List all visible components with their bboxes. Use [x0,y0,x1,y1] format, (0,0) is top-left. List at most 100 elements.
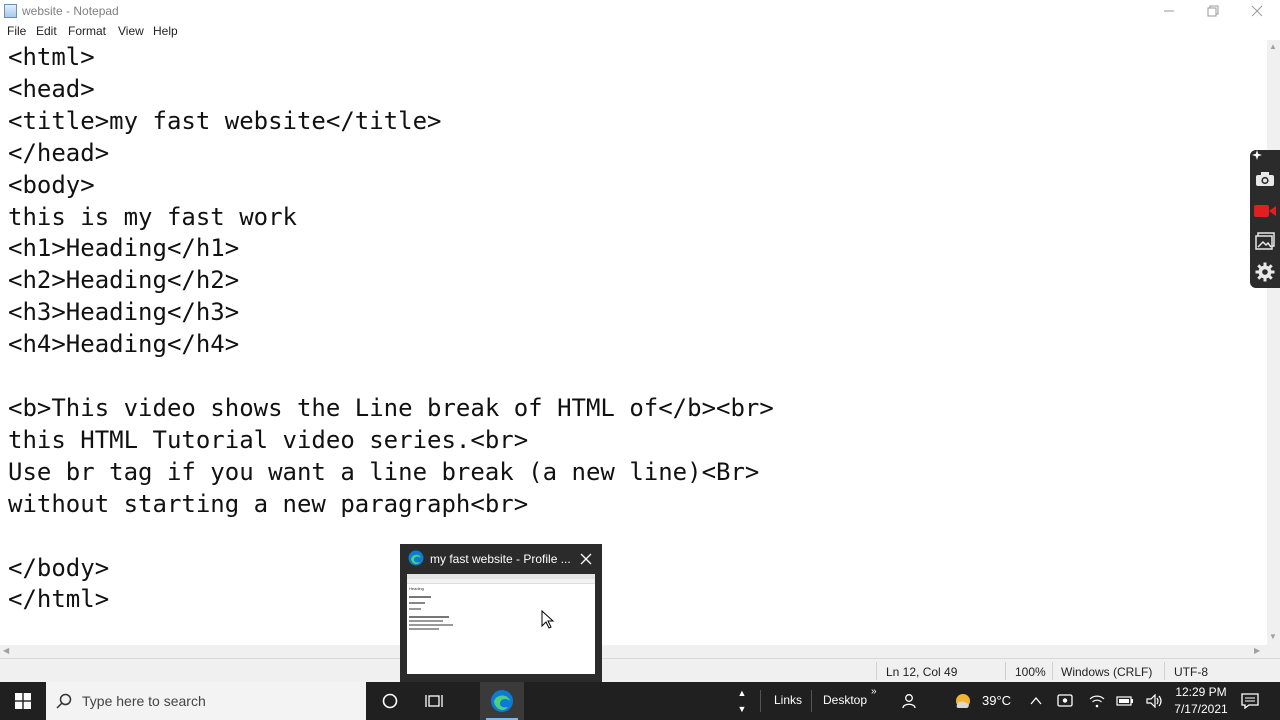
task-view-icon [425,695,443,707]
window-title: website - Notepad [22,4,119,18]
scrollbar-corner [1267,645,1280,658]
menu-edit[interactable]: Edit [36,24,57,38]
pin-icon[interactable] [1250,148,1264,162]
thumb-heading: Heading [409,586,424,591]
taskbar-edge-app[interactable] [480,682,524,720]
settings-icon[interactable] [1254,261,1276,283]
scroll-left-icon[interactable]: ◀ [3,646,9,655]
code-line: <body> [8,170,95,199]
code-line: <h2>Heading</h2> [8,266,240,295]
restore-icon [1207,5,1219,17]
status-divider [1052,662,1053,680]
preview-title: my fast website - Profile ... [430,552,571,566]
search-icon [56,693,72,709]
desktop-toolbar[interactable]: Desktop [823,693,867,707]
scroll-up-icon[interactable]: ▲ [1269,42,1277,51]
gallery-icon[interactable] [1254,230,1276,252]
code-line: <h1>Heading</h1> [8,234,240,263]
volume-icon [1146,694,1162,708]
restore-button[interactable] [1190,0,1236,22]
cortana-button[interactable] [370,682,410,720]
search-placeholder: Type here to search [82,693,206,709]
search-box[interactable]: Type here to search [46,682,366,720]
edge-icon [491,690,513,712]
status-bar: Ln 12, Col 49 100% Windows (CRLF) UTF-8 [0,658,1280,683]
close-icon [1251,5,1263,17]
code-line: this is my fast work [8,202,297,231]
people-button[interactable] [896,682,920,720]
notification-icon [1241,693,1259,709]
minimize-icon [1164,10,1174,12]
menu-bar: File Edit Format View Help [0,22,1280,40]
menu-format[interactable]: Format [68,24,106,38]
editor-text: <html> <head> <title>my fast website</ti… [8,42,774,616]
status-divider [1005,662,1006,680]
toolbar-divider [760,690,761,712]
status-divider [1164,662,1165,680]
text-editor[interactable]: <html> <head> <title>my fast website</ti… [0,40,1267,645]
code-line: </body> [8,553,110,582]
chevron-up-icon[interactable]: ▲ [738,685,747,701]
task-view-button[interactable] [414,682,454,720]
clock-time: 12:29 PM [1175,685,1227,699]
wifi-icon [1089,695,1105,708]
battery-icon [1116,696,1133,706]
weather-temp[interactable]: 39°C [982,693,1011,708]
battery-button[interactable] [1114,682,1136,720]
menu-file[interactable]: File [7,24,26,38]
notifications-button[interactable] [1236,682,1264,720]
tray-app-button[interactable] [1054,682,1076,720]
code-line: </head> [8,138,110,167]
code-line: without starting a new paragraph<br> [8,489,529,518]
people-icon [902,694,916,709]
edge-icon [408,550,424,566]
zoom-level: 100% [1015,665,1046,679]
capture-toolbar [1250,150,1280,288]
toolbar-divider [811,690,812,712]
start-button[interactable] [0,682,46,720]
wifi-button[interactable] [1086,682,1108,720]
code-line: <head> [8,74,95,103]
minimize-button[interactable] [1146,0,1192,22]
scroll-right-icon[interactable]: ▶ [1254,646,1260,655]
window-title-bar[interactable]: website - Notepad [0,0,1280,22]
camera-icon[interactable] [1254,168,1276,190]
weather-sun-icon [956,694,970,708]
close-icon [580,553,592,565]
chevron-double-icon[interactable]: » [871,686,877,697]
menu-help[interactable]: Help [153,24,178,38]
vertical-scrollbar[interactable]: ▲ ▼ [1267,40,1280,645]
code-line: <h3>Heading</h3> [8,298,240,327]
code-line: </html> [8,585,110,614]
notepad-icon [4,4,17,18]
code-line: <html> [8,43,95,71]
mouse-cursor-icon [541,610,555,629]
code-line: this HTML Tutorial video series.<br> [8,425,529,454]
volume-button[interactable] [1144,682,1166,720]
close-button[interactable] [1234,0,1280,22]
preview-thumbnail[interactable]: Heading [407,574,595,674]
horizontal-scrollbar[interactable]: ◀ ▶ [0,645,1267,658]
code-line: <b>This video shows the Line break of HT… [8,393,774,422]
taskbar-preview[interactable]: my fast website - Profile ... Heading [400,544,602,682]
clock-date: 7/17/2021 [1174,702,1228,716]
code-line: Use br tag if you want a line break (a n… [8,457,760,486]
clock[interactable]: 12:29 PM 7/17/2021 [1170,684,1232,718]
chevron-down-icon[interactable]: ▼ [738,701,747,717]
preview-close-button[interactable] [578,551,594,567]
show-hidden-icons-button[interactable] [1026,682,1046,720]
cortana-icon [382,693,398,709]
scroll-down-icon[interactable]: ▼ [1269,632,1277,641]
line-ending: Windows (CRLF) [1061,665,1153,679]
taskbar: Type here to search ▲ ▼ Links Desktop » … [0,682,1280,720]
links-toolbar[interactable]: Links [774,693,802,707]
menu-view[interactable]: View [118,24,144,38]
encoding: UTF-8 [1174,665,1208,679]
weather-button[interactable] [950,682,976,720]
code-line: <h4>Heading</h4> [8,330,240,359]
toolbar-scroll-arrows[interactable]: ▲ ▼ [734,682,750,720]
status-divider [876,662,877,680]
record-icon[interactable] [1254,200,1276,222]
code-line: <title>my fast website</title> [8,106,442,135]
cursor-position: Ln 12, Col 49 [886,665,958,679]
